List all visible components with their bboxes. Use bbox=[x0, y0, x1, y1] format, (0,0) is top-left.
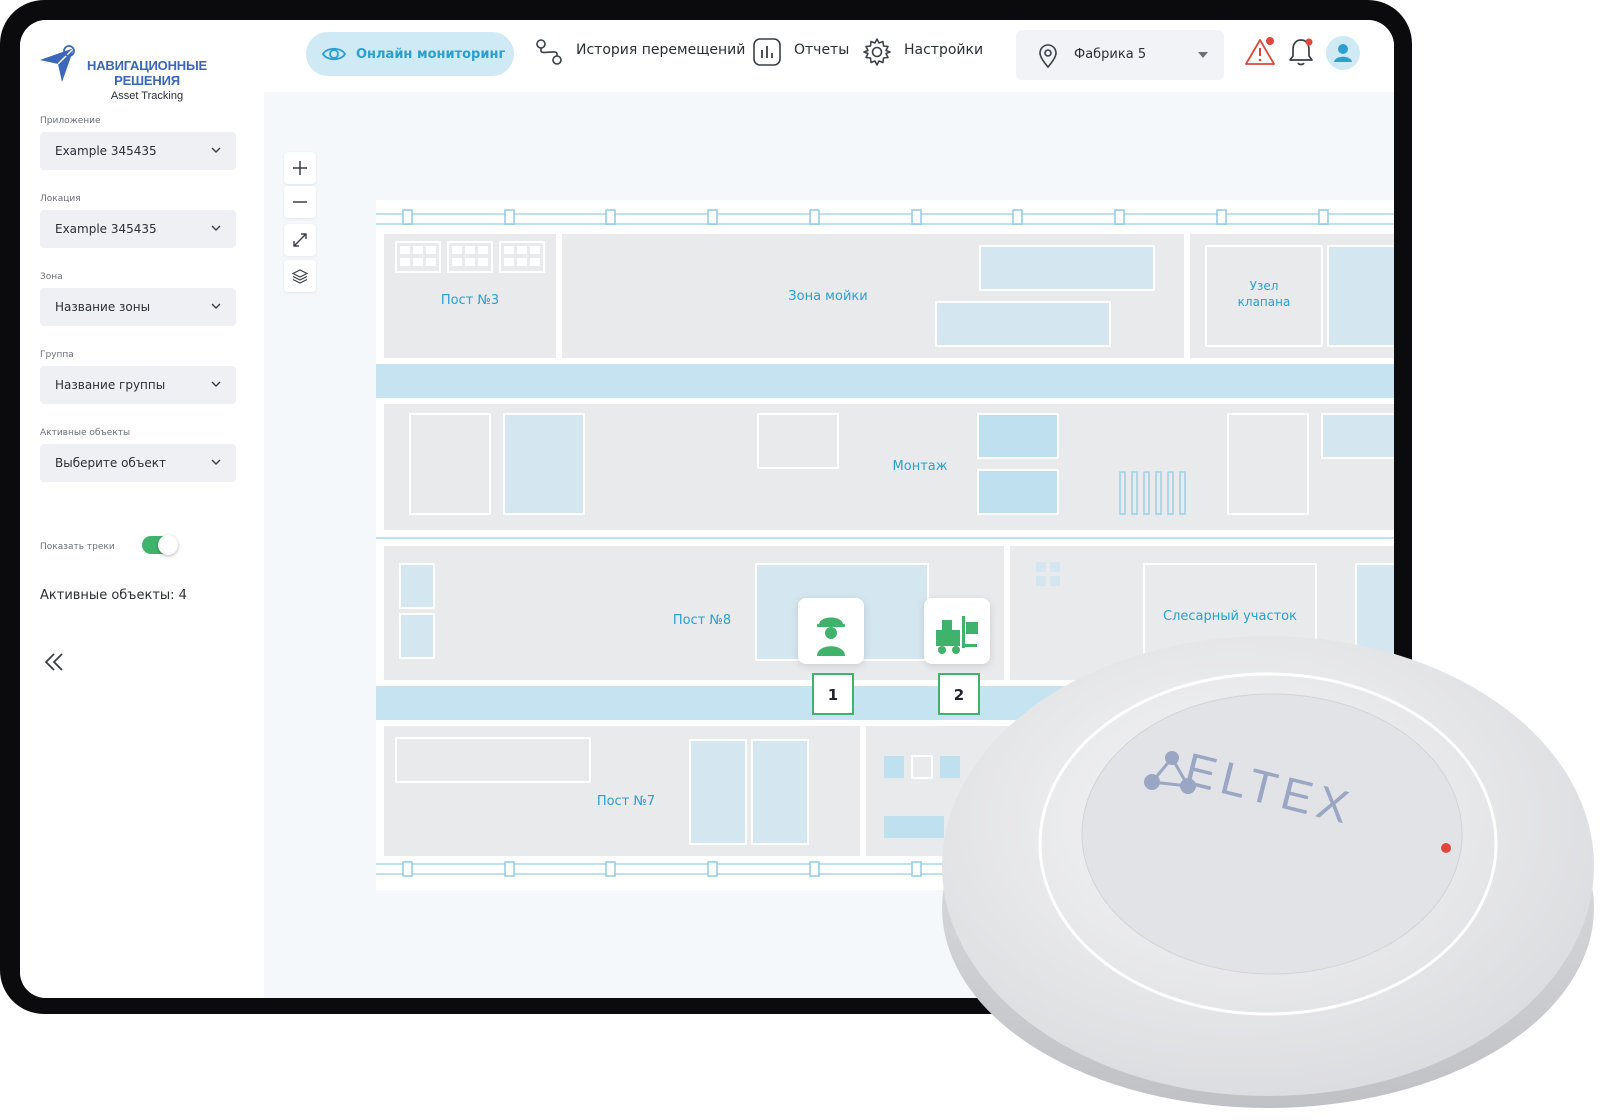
zone-label-post-7: Пост №7 bbox=[597, 794, 655, 809]
factory-select-value: Фабрика 5 bbox=[1074, 47, 1147, 62]
gear-icon bbox=[863, 38, 891, 66]
layers-icon bbox=[292, 269, 308, 284]
group-filter-label: Группа bbox=[40, 350, 74, 360]
post8-block-1 bbox=[399, 563, 435, 609]
post7-block-2 bbox=[689, 739, 747, 845]
bell-icon[interactable] bbox=[1286, 36, 1316, 68]
marker-1-label: 1 bbox=[828, 686, 838, 704]
wash-block-1 bbox=[979, 245, 1155, 291]
zone-label-assembly: Монтаж bbox=[893, 459, 948, 474]
assembly-block-5 bbox=[977, 469, 1059, 515]
active-objects-count: Активные объекты: 4 bbox=[40, 588, 187, 603]
chevron-down-icon bbox=[211, 381, 221, 387]
location-select[interactable]: Example 345435 bbox=[40, 210, 236, 248]
post8-block-2 bbox=[399, 613, 435, 659]
wash-block-2 bbox=[935, 301, 1111, 347]
brand-name-line1: НАВИГАЦИОННЫЕ bbox=[87, 58, 207, 73]
zone-filter-label: Зона bbox=[40, 272, 63, 282]
group-select[interactable]: Название группы bbox=[40, 366, 236, 404]
expand-icon bbox=[293, 233, 307, 247]
nav-settings[interactable]: Настройки bbox=[904, 42, 983, 58]
alert-icon[interactable] bbox=[1244, 36, 1276, 68]
zone-label-post-8: Пост №8 bbox=[673, 613, 731, 628]
user-avatar[interactable] bbox=[1326, 36, 1360, 70]
location-filter-label: Локация bbox=[40, 194, 81, 204]
zone-label-valve-2: клапана bbox=[1238, 295, 1291, 309]
location-pin-icon bbox=[1039, 44, 1057, 68]
active-objects-select[interactable]: Выберите объект bbox=[40, 444, 236, 482]
location-select-value: Example 345435 bbox=[55, 222, 157, 236]
corridor-1 bbox=[376, 364, 1394, 398]
chevron-down-icon bbox=[211, 147, 221, 153]
brand-logo-icon bbox=[40, 45, 75, 82]
zone-label-post-3: Пост №3 bbox=[441, 293, 499, 308]
brand-logo[interactable]: НАВИГАЦИОННЫЕ РЕШЕНИЯ Asset Tracking bbox=[38, 34, 248, 114]
storage-cell-1 bbox=[884, 756, 904, 778]
user-icon bbox=[1334, 44, 1352, 62]
eltex-beacon-device: ELTEX bbox=[942, 636, 1594, 1108]
active-objects-filter-label: Активные объекты bbox=[40, 428, 131, 438]
eye-icon bbox=[322, 47, 346, 61]
assembly-block-7 bbox=[1321, 413, 1394, 459]
assembly-block-4 bbox=[977, 413, 1059, 459]
chevron-down-icon bbox=[211, 459, 221, 465]
collapse-sidebar-icon[interactable] bbox=[40, 648, 68, 676]
zone-label-valve-1: Узел bbox=[1250, 279, 1279, 293]
nav-reports[interactable]: Отчеты bbox=[794, 42, 849, 58]
zone-label-wash: Зона мойки bbox=[788, 289, 867, 304]
chevron-down-icon bbox=[211, 303, 221, 309]
fullscreen-button[interactable] bbox=[284, 224, 316, 256]
top-nav-bar: Онлайн мониторинг История перемещений От… bbox=[264, 20, 1394, 92]
route-icon bbox=[536, 39, 562, 65]
layers-button[interactable] bbox=[284, 260, 316, 292]
plus-icon bbox=[293, 161, 307, 175]
zone-select-value: Название зоны bbox=[55, 300, 151, 314]
nav-history[interactable]: История перемещений bbox=[576, 42, 745, 58]
factory-select[interactable]: Фабрика 5 bbox=[1016, 30, 1224, 80]
caret-down-icon bbox=[1198, 52, 1208, 58]
brand-name-line2: РЕШЕНИЯ bbox=[114, 73, 180, 88]
toggle-knob bbox=[158, 535, 178, 555]
show-tracks-label: Показать треки bbox=[40, 542, 115, 552]
zone-select[interactable]: Название зоны bbox=[40, 288, 236, 326]
app-filter-label: Приложение bbox=[40, 116, 101, 126]
app-select[interactable]: Example 345435 bbox=[40, 132, 236, 170]
nav-online-label: Онлайн мониторинг bbox=[356, 46, 506, 62]
status-led bbox=[1441, 843, 1451, 853]
valve-block-2 bbox=[1327, 245, 1394, 347]
post7-block-3 bbox=[751, 739, 809, 845]
group-select-value: Название группы bbox=[55, 378, 166, 392]
chevron-down-icon bbox=[211, 225, 221, 231]
reports-chart-icon bbox=[753, 38, 781, 66]
show-tracks-toggle[interactable] bbox=[142, 535, 178, 555]
top-rail bbox=[376, 209, 1394, 225]
zoom-in-button[interactable] bbox=[284, 152, 316, 184]
brand-subtitle: Asset Tracking bbox=[110, 90, 184, 102]
assembly-block-2 bbox=[503, 413, 585, 515]
minus-icon bbox=[293, 201, 307, 203]
active-objects-select-value: Выберите объект bbox=[55, 456, 166, 470]
nav-online-monitoring[interactable]: Онлайн мониторинг bbox=[306, 32, 514, 76]
sidebar: НАВИГАЦИОННЫЕ РЕШЕНИЯ Asset Tracking При… bbox=[20, 20, 264, 998]
zoom-out-button[interactable] bbox=[284, 186, 316, 218]
app-select-value: Example 345435 bbox=[55, 144, 157, 158]
